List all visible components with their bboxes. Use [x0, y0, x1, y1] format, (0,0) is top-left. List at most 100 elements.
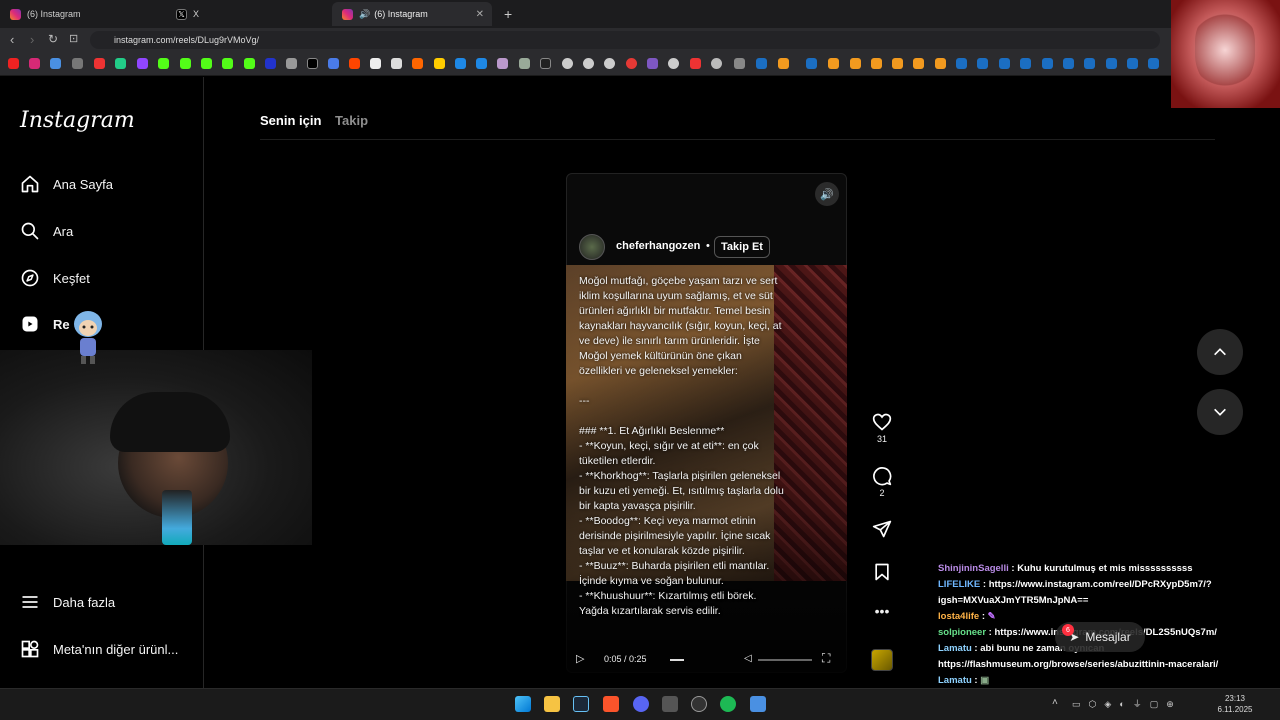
bookmark-icon[interactable]: [1084, 58, 1095, 69]
bookmark-icon[interactable]: [956, 58, 967, 69]
bookmark-icon[interactable]: [519, 58, 530, 69]
bookmark-icon[interactable]: [328, 58, 339, 69]
fullscreen-icon[interactable]: ⛶: [822, 651, 830, 666]
bookmark-icon[interactable]: [158, 58, 169, 69]
bookmark-icon[interactable]: [711, 58, 722, 69]
like-button[interactable]: 31: [870, 412, 894, 444]
bookmark-icon[interactable]: [806, 58, 817, 69]
instagram-logo[interactable]: Instagram: [20, 108, 135, 133]
brave-icon[interactable]: [603, 696, 619, 712]
app-icon[interactable]: [750, 696, 766, 712]
save-button[interactable]: [870, 562, 894, 584]
audio-thumbnail[interactable]: [871, 649, 893, 671]
bookmark-icon[interactable]: [1127, 58, 1138, 69]
close-tab-icon[interactable]: ✕: [476, 9, 484, 20]
sidebar-item-reels[interactable]: Re: [20, 312, 70, 336]
bookmark-icon[interactable]: [828, 58, 839, 69]
bookmark-icon[interactable]: [307, 58, 318, 69]
bookmark-icon[interactable]: [455, 58, 466, 69]
browser-tab[interactable]: 𝕏 X: [166, 2, 331, 26]
bookmark-icon[interactable]: [913, 58, 924, 69]
sidebar-item-more[interactable]: Daha fazla: [20, 590, 115, 614]
sidebar-item-explore[interactable]: Keşfet: [20, 266, 90, 290]
bookmark-icon[interactable]: [871, 58, 882, 69]
bookmark-icon[interactable]: [29, 58, 40, 69]
tab-following[interactable]: Takip: [335, 113, 368, 128]
play-icon[interactable]: ▷: [576, 652, 584, 665]
bookmark-icon[interactable]: [604, 58, 615, 69]
bookmark-icon[interactable]: [50, 58, 61, 69]
tray-chevron-icon[interactable]: ˄: [1052, 697, 1058, 708]
avatar[interactable]: [579, 234, 605, 260]
bookmark-icon[interactable]: [434, 58, 445, 69]
bookmark-icon[interactable]: [668, 58, 679, 69]
more-options-icon[interactable]: •••: [870, 603, 894, 619]
volume-slider[interactable]: [758, 659, 812, 661]
progress-bar[interactable]: [670, 659, 684, 661]
bookmark-icon[interactable]: [562, 58, 573, 69]
url-field[interactable]: instagram.com/reels/DLug9rVMoVg/: [90, 31, 1160, 49]
bookmark-icon[interactable]: [1042, 58, 1053, 69]
bookmark-icon[interactable]: [1063, 58, 1074, 69]
folder-icon[interactable]: [734, 58, 745, 69]
bookmark-icon[interactable]: [850, 58, 861, 69]
bookmark-icon[interactable]: [265, 58, 276, 69]
spotify-icon[interactable]: [720, 696, 736, 712]
bookmark-icon[interactable]: [244, 58, 255, 69]
new-tab-button[interactable]: +: [494, 2, 518, 26]
reel-username[interactable]: cheferhangozen: [616, 240, 700, 252]
back-icon[interactable]: ‹: [10, 32, 14, 47]
sidebar-item-search[interactable]: Ara: [20, 219, 73, 243]
bookmark-icon[interactable]: [1148, 58, 1159, 69]
bookmark-icon[interactable]: [115, 58, 126, 69]
bookmark-icon[interactable]: [349, 58, 360, 69]
bookmark-icon[interactable]: [999, 58, 1010, 69]
system-tray[interactable]: ▭⬡◈◐⏚▢⊕: [1072, 697, 1222, 710]
bookmark-icon[interactable]: [94, 58, 105, 69]
tab-for-you[interactable]: Senin için: [260, 113, 321, 128]
bookmark-icon[interactable]: [8, 58, 19, 69]
bookmark-icon[interactable]: [391, 58, 402, 69]
bookmark-icon[interactable]: [201, 58, 212, 69]
clock[interactable]: 23:13 6.11.2025: [1210, 693, 1260, 715]
bookmark-icon[interactable]: [137, 58, 148, 69]
bookmark-icon[interactable]: [690, 58, 701, 69]
bookmark-icon[interactable]: [626, 58, 637, 69]
browser-tab[interactable]: (6) Instagram: [0, 2, 165, 26]
bookmark-icon[interactable]: [412, 58, 423, 69]
discord-icon[interactable]: [633, 696, 649, 712]
bookmark-icon[interactable]: [647, 58, 658, 69]
volume-icon[interactable]: ◁: [744, 653, 752, 664]
sidebar-item-home[interactable]: Ana Sayfa: [20, 172, 113, 196]
bookmark-icon[interactable]: [1020, 58, 1031, 69]
browser-tab-active[interactable]: 🔊 (6) Instagram ✕: [332, 2, 492, 26]
steam-icon[interactable]: [573, 696, 589, 712]
bookmark-icon[interactable]: [583, 58, 594, 69]
bookmark-icon[interactable]: ⊡: [69, 32, 78, 45]
sidebar-item-meta-apps[interactable]: Meta'nın diğer ürünl...: [20, 637, 178, 661]
bookmark-icon[interactable]: [756, 58, 767, 69]
bookmark-icon[interactable]: [286, 58, 297, 69]
bookmark-icon[interactable]: [476, 58, 487, 69]
file-explorer-icon[interactable]: [544, 696, 560, 712]
app-icon[interactable]: [662, 696, 678, 712]
bookmark-icon[interactable]: [370, 58, 381, 69]
share-button[interactable]: [870, 519, 894, 541]
bookmark-icon[interactable]: [222, 58, 233, 69]
bookmark-icon[interactable]: [540, 58, 551, 69]
comment-button[interactable]: 2: [870, 466, 894, 498]
bookmark-icon[interactable]: [180, 58, 191, 69]
forward-icon[interactable]: ›: [30, 32, 34, 47]
obs-icon[interactable]: [691, 696, 707, 712]
bookmark-icon[interactable]: [892, 58, 903, 69]
bookmark-icon[interactable]: [977, 58, 988, 69]
bookmark-icon[interactable]: [1106, 58, 1117, 69]
bookmark-icon[interactable]: [497, 58, 508, 69]
reload-icon[interactable]: ↻: [48, 32, 58, 46]
bookmark-icon[interactable]: [778, 58, 789, 69]
volume-icon[interactable]: 🔊: [815, 182, 839, 206]
follow-button[interactable]: Takip Et: [714, 236, 770, 258]
bookmark-icon[interactable]: [72, 58, 83, 69]
windows-start-icon[interactable]: [515, 696, 531, 712]
bookmark-icon[interactable]: [935, 58, 946, 69]
